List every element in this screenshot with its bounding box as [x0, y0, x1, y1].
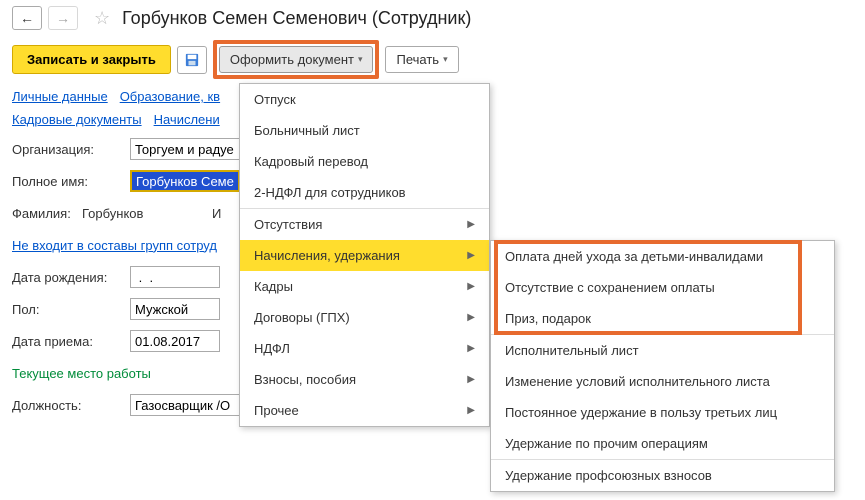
- arrow-left-icon: ←: [20, 10, 34, 26]
- hire-input[interactable]: [130, 330, 220, 352]
- org-label: Организация:: [12, 142, 130, 157]
- submenu-item[interactable]: Удержание по прочим операциям: [491, 428, 834, 459]
- surname-label: Фамилия:: [12, 206, 82, 221]
- menu-item-label: Кадровый перевод: [254, 154, 368, 169]
- submenu-item[interactable]: Удержание профсоюзных взносов: [491, 460, 834, 491]
- menu-item-label: Кадры: [254, 279, 293, 294]
- chevron-right-icon: ▶: [467, 281, 475, 292]
- submenu-item-label: Оплата дней ухода за детьми-инвалидами: [505, 249, 763, 264]
- chevron-right-icon: ▶: [467, 219, 475, 230]
- menu-item-label: 2-НДФЛ для сотрудников: [254, 185, 406, 200]
- accruals-submenu: Оплата дней ухода за детьми-инвалидами От…: [490, 240, 835, 492]
- menu-item[interactable]: 2-НДФЛ для сотрудников: [240, 177, 489, 208]
- menu-item-label: Отсутствия: [254, 217, 322, 232]
- position-input[interactable]: [130, 394, 240, 416]
- groups-link[interactable]: Не входит в составы групп сотруд: [12, 238, 217, 253]
- dob-input[interactable]: [130, 266, 220, 288]
- submenu-item-label: Исполнительный лист: [505, 343, 639, 358]
- doc-button-highlight: Оформить документ ▾: [213, 40, 380, 79]
- menu-item-label: Отпуск: [254, 92, 296, 107]
- tab-accruals[interactable]: Начислени: [154, 112, 220, 127]
- fullname-input[interactable]: [130, 170, 240, 192]
- submenu-item[interactable]: Изменение условий исполнительного листа: [491, 366, 834, 397]
- sex-input[interactable]: [130, 298, 220, 320]
- submenu-item[interactable]: Приз, подарок: [491, 303, 834, 334]
- create-document-button[interactable]: Оформить документ ▾: [219, 46, 374, 73]
- page-title: Горбунков Семен Семенович (Сотрудник): [122, 8, 471, 29]
- chevron-right-icon: ▶: [467, 250, 475, 261]
- menu-item-label: Взносы, пособия: [254, 372, 356, 387]
- menu-item[interactable]: Отпуск: [240, 84, 489, 115]
- forward-button[interactable]: →: [48, 6, 78, 30]
- menu-item-label: НДФЛ: [254, 341, 290, 356]
- create-document-label: Оформить документ: [230, 52, 354, 67]
- submenu-item-label: Отсутствие с сохранением оплаты: [505, 280, 715, 295]
- menu-item-label: Больничный лист: [254, 123, 360, 138]
- print-label: Печать: [396, 52, 439, 67]
- star-icon[interactable]: ☆: [94, 8, 110, 29]
- menu-item-label: Прочее: [254, 403, 299, 418]
- chevron-right-icon: ▶: [467, 405, 475, 416]
- arrow-right-icon: →: [56, 10, 70, 26]
- menu-item[interactable]: Прочее ▶: [240, 395, 489, 426]
- chevron-right-icon: ▶: [467, 343, 475, 354]
- save-close-button[interactable]: Записать и закрыть: [12, 45, 171, 74]
- submenu-item[interactable]: Постоянное удержание в пользу третьих ли…: [491, 397, 834, 428]
- chevron-down-icon: ▾: [443, 54, 448, 65]
- tab-hr-docs[interactable]: Кадровые документы: [12, 112, 142, 127]
- menu-item[interactable]: Кадры ▶: [240, 271, 489, 302]
- tab-personal[interactable]: Личные данные: [12, 89, 108, 104]
- fullname-label: Полное имя:: [12, 174, 130, 189]
- submenu-item-label: Удержание профсоюзных взносов: [505, 468, 712, 483]
- menu-item[interactable]: Взносы, пособия ▶: [240, 364, 489, 395]
- menu-item[interactable]: Начисления, удержания ▶: [240, 240, 489, 271]
- sex-label: Пол:: [12, 302, 130, 317]
- submenu-item-label: Удержание по прочим операциям: [505, 436, 708, 451]
- menu-item-label: Договоры (ГПХ): [254, 310, 350, 325]
- submenu-item-label: Приз, подарок: [505, 311, 591, 326]
- menu-item[interactable]: Договоры (ГПХ) ▶: [240, 302, 489, 333]
- chevron-right-icon: ▶: [467, 312, 475, 323]
- submenu-item[interactable]: Исполнительный лист: [491, 335, 834, 366]
- dob-label: Дата рождения:: [12, 270, 130, 285]
- print-button[interactable]: Печать ▾: [385, 46, 458, 73]
- document-menu: Отпуск Больничный лист Кадровый перевод 2-Н…: [239, 83, 490, 427]
- submenu-item-label: Изменение условий исполнительного листа: [505, 374, 770, 389]
- position-label: Должность:: [12, 398, 130, 413]
- current-place-label: Текущее место работы: [12, 366, 151, 381]
- submenu-item[interactable]: Отсутствие с сохранением оплаты: [491, 272, 834, 303]
- menu-item-label: Начисления, удержания: [254, 248, 400, 263]
- menu-item[interactable]: НДФЛ ▶: [240, 333, 489, 364]
- back-button[interactable]: ←: [12, 6, 42, 30]
- org-input[interactable]: [130, 138, 240, 160]
- hire-label: Дата приема:: [12, 334, 130, 349]
- submenu-item-label: Постоянное удержание в пользу третьих ли…: [505, 405, 777, 420]
- chevron-down-icon: ▾: [358, 54, 363, 65]
- name-label: И: [212, 206, 221, 221]
- submenu-item[interactable]: Оплата дней ухода за детьми-инвалидами: [491, 241, 834, 272]
- menu-item[interactable]: Кадровый перевод: [240, 146, 489, 177]
- menu-item[interactable]: Отсутствия ▶: [240, 209, 489, 240]
- tab-education[interactable]: Образование, кв: [120, 89, 220, 104]
- menu-item[interactable]: Больничный лист: [240, 115, 489, 146]
- chevron-right-icon: ▶: [467, 374, 475, 385]
- save-button[interactable]: [177, 46, 207, 74]
- surname-value: Горбунков: [82, 206, 212, 221]
- disk-icon: [185, 53, 199, 67]
